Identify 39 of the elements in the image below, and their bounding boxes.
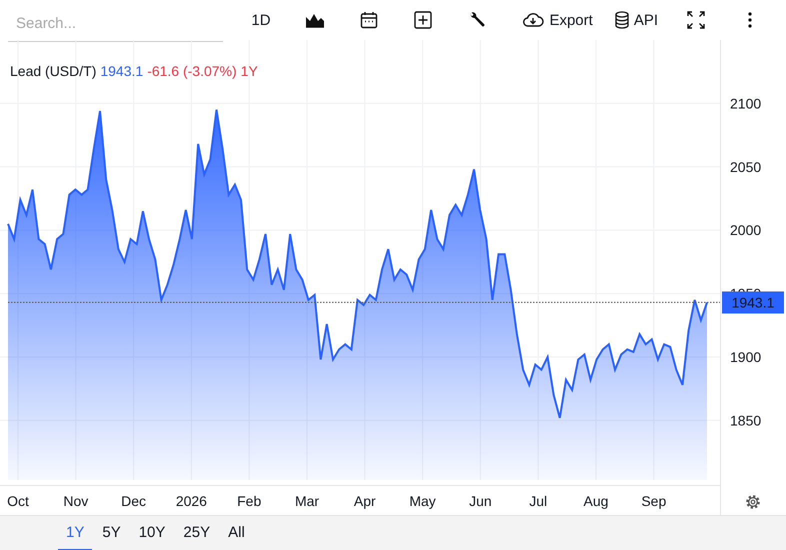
database-icon (614, 11, 629, 29)
x-axis-label: Sep (641, 493, 666, 509)
x-axis-label: Nov (63, 493, 88, 509)
interval-button[interactable]: 1D (239, 5, 283, 35)
x-axis-label: Jul (529, 493, 548, 509)
x-axis-label: May (409, 493, 436, 509)
y-axis-label: 1900 (730, 349, 762, 365)
more-icon (748, 12, 752, 28)
settings-icon[interactable] (746, 495, 760, 509)
x-axis-label: Mar (294, 493, 320, 509)
x-axis-label: Aug (584, 493, 608, 509)
y-axis-label: 1850 (730, 412, 762, 428)
x-axis-label: Dec (121, 493, 146, 509)
plus-box-icon (414, 11, 432, 29)
y-axis-label: 2050 (730, 158, 762, 175)
api-button[interactable]: API (608, 5, 664, 35)
x-axis-label: 2026 (176, 493, 207, 509)
range-tab[interactable]: 1Y (58, 516, 92, 550)
calendar-icon (360, 11, 378, 29)
instrument-name: Lead (USD/T) (10, 63, 96, 79)
price-tag: 1943.1 (722, 291, 784, 314)
period-label: 1Y (240, 63, 258, 79)
y-axis-label: 2000 (730, 222, 762, 238)
range-tab[interactable]: 5Y (94, 516, 129, 550)
range-tab[interactable]: 10Y (130, 516, 174, 550)
x-axis-label: Apr (354, 493, 376, 509)
range-tab[interactable]: 25Y (175, 516, 218, 550)
x-axis-label: Feb (237, 493, 262, 509)
fullscreen-icon (687, 11, 705, 29)
last-price: 1943.1 (100, 63, 144, 79)
x-axis-label: Jun (469, 493, 492, 509)
cloud-download-icon (522, 12, 544, 28)
y-axis-label: 2100 (730, 95, 762, 112)
range-tab[interactable]: All (220, 516, 253, 550)
mountain-chart-icon (305, 12, 325, 28)
wrench-icon (468, 11, 486, 29)
export-button[interactable]: Export (516, 5, 599, 35)
x-axis-label: Oct (7, 493, 29, 509)
price-change: -61.6 (-3.07%) (147, 63, 237, 79)
